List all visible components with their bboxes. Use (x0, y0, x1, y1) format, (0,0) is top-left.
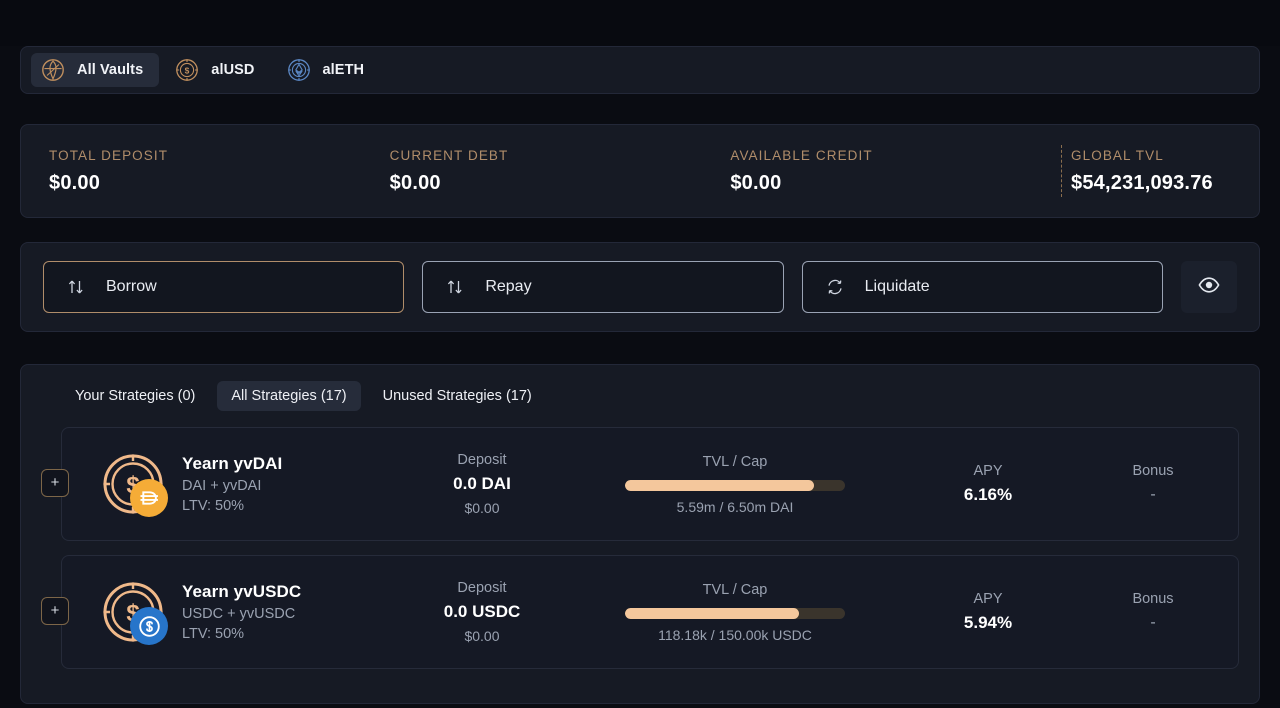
tvl-cap-header: TVL / Cap (702, 453, 768, 470)
aleth-token-icon (287, 58, 311, 82)
svg-text:$: $ (185, 66, 190, 76)
stat-total-deposit: TOTAL DEPOSIT $0.00 (29, 148, 370, 195)
strategy-identity: $ Yearn yvDAI DAI + yvDAI (102, 453, 402, 517)
tab-label: All Strategies (17) (231, 388, 347, 404)
deposit-cell: Deposit 0.0 DAI $0.00 (402, 452, 562, 516)
deposit-amount: 0.0 DAI (453, 474, 511, 493)
bonus-cell: Bonus - (1068, 463, 1238, 505)
refresh-cycle-icon (825, 277, 845, 297)
bonus-value: - (1150, 614, 1156, 631)
vault-tab-aleth[interactable]: alETH (277, 53, 381, 87)
actions-bar: Borrow Repay Liquidate (20, 242, 1260, 332)
strategy-name: Yearn yvUSDC (182, 582, 302, 601)
stat-value: $0.00 (730, 171, 782, 194)
tvl-cap-progress-fill (625, 479, 815, 491)
toggle-balance-visibility-button[interactable] (1180, 261, 1237, 313)
tvl-cap-cell: TVL / Cap 118.18k / 150.00k USDC (562, 582, 908, 643)
token-logo: $ (102, 453, 168, 517)
alchemix-logo-icon (41, 58, 65, 82)
stat-available-credit: AVAILABLE CREDIT $0.00 (710, 148, 1051, 195)
strategy-ltv: LTV: 50% (182, 626, 245, 642)
action-label: Borrow (106, 278, 157, 295)
vault-tab-alusd[interactable]: $ alUSD (165, 53, 270, 87)
dai-badge-icon (130, 479, 168, 517)
tvl-cap-progress-bar[interactable] (625, 607, 845, 619)
eye-icon (1197, 273, 1221, 302)
vault-tab-all-vaults[interactable]: All Vaults (31, 53, 160, 87)
apy-header: APY (973, 463, 1003, 479)
tab-your-strategies[interactable]: Your Strategies (0) (61, 381, 209, 411)
tab-label: Your Strategies (0) (75, 388, 196, 404)
tab-all-strategies[interactable]: All Strategies (17) (217, 381, 361, 411)
table-row[interactable]: $ Yearn yvUSDC (61, 555, 1239, 669)
vault-tab-label: alUSD (211, 62, 255, 78)
stat-value: $54,231,093.76 (1071, 171, 1213, 194)
strategy-row-wrapper: + $ (41, 427, 1239, 541)
vault-tab-label: All Vaults (77, 62, 144, 78)
apy-value: 5.94% (963, 613, 1013, 632)
token-logo: $ (102, 581, 168, 645)
deposit-usd-value: $0.00 (464, 628, 500, 644)
stat-value: $0.00 (389, 171, 441, 194)
tvl-cap-progress-bar[interactable] (625, 479, 845, 491)
strategy-ltv: LTV: 50% (182, 498, 245, 514)
deposit-header: Deposit (457, 580, 507, 596)
stat-label: GLOBAL TVL (1071, 147, 1164, 163)
bonus-cell: Bonus - (1068, 591, 1238, 633)
arrows-up-down-icon (66, 277, 86, 297)
tvl-cap-header: TVL / Cap (702, 581, 768, 598)
vaults-page: All Vaults $ alUSD alETH TOTAL DEPOSIT $… (0, 46, 1280, 708)
table-row[interactable]: $ Yearn yvDAI DAI + yvDAI (61, 427, 1239, 541)
bonus-header: Bonus (1132, 463, 1174, 479)
apy-header: APY (973, 591, 1003, 607)
strategy-pair: DAI + yvDAI (182, 478, 262, 494)
strategies-panel: Your Strategies (0) All Strategies (17) … (20, 364, 1260, 704)
strategy-identity: $ Yearn yvUSDC (102, 581, 402, 645)
tvl-cap-cell: TVL / Cap 5.59m / 6.50m DAI (562, 454, 908, 515)
strategy-rows: + $ (21, 427, 1259, 669)
stats-divider (1061, 145, 1062, 197)
apy-value: 6.16% (963, 485, 1013, 504)
apy-cell: APY 5.94% (908, 591, 1068, 633)
stat-value: $0.00 (49, 171, 101, 194)
stats-summary-bar: TOTAL DEPOSIT $0.00 CURRENT DEBT $0.00 A… (20, 124, 1260, 218)
tvl-cap-text: 118.18k / 150.00k USDC (658, 626, 812, 643)
borrow-button[interactable]: Borrow (43, 261, 405, 313)
stat-label: CURRENT DEBT (389, 147, 509, 163)
deposit-usd-value: $0.00 (464, 500, 500, 516)
strategy-text-block: Yearn yvUSDC USDC + yvUSDC LTV: 50% (182, 582, 301, 642)
vault-tab-label: alETH (322, 62, 365, 78)
arrows-up-down-icon (445, 277, 465, 297)
deposit-header: Deposit (457, 452, 507, 468)
deposit-amount: 0.0 USDC (443, 602, 521, 621)
alusd-token-icon: $ (175, 58, 199, 82)
tvl-cap-text: 5.59m / 6.50m DAI (676, 498, 794, 515)
stat-global-tvl: GLOBAL TVL $54,231,093.76 (1051, 148, 1251, 195)
bonus-header: Bonus (1132, 591, 1174, 607)
strategy-name: Yearn yvDAI (182, 454, 283, 473)
stat-current-debt: CURRENT DEBT $0.00 (370, 148, 711, 195)
strategies-tab-list: Your Strategies (0) All Strategies (17) … (21, 365, 1259, 427)
bonus-value: - (1150, 486, 1156, 503)
deposit-cell: Deposit 0.0 USDC $0.00 (402, 580, 562, 644)
strategy-text-block: Yearn yvDAI DAI + yvDAI LTV: 50% (182, 454, 282, 514)
tab-label: Unused Strategies (17) (382, 388, 532, 404)
repay-button[interactable]: Repay (422, 261, 784, 313)
vault-selector-bar: All Vaults $ alUSD alETH (20, 46, 1260, 94)
apy-cell: APY 6.16% (908, 463, 1068, 505)
tvl-cap-progress-fill (625, 607, 799, 619)
action-label: Repay (485, 278, 532, 295)
action-label: Liquidate (864, 278, 930, 295)
expand-row-button[interactable]: + (41, 597, 69, 625)
strategy-row-wrapper: + $ (41, 555, 1239, 669)
liquidate-button[interactable]: Liquidate (801, 261, 1163, 313)
strategy-pair: USDC + yvUSDC (182, 606, 296, 622)
stat-label: AVAILABLE CREDIT (730, 147, 873, 163)
stat-label: TOTAL DEPOSIT (49, 147, 169, 163)
tab-unused-strategies[interactable]: Unused Strategies (17) (369, 381, 546, 411)
expand-row-button[interactable]: + (41, 469, 69, 497)
usdc-badge-icon (130, 607, 168, 645)
